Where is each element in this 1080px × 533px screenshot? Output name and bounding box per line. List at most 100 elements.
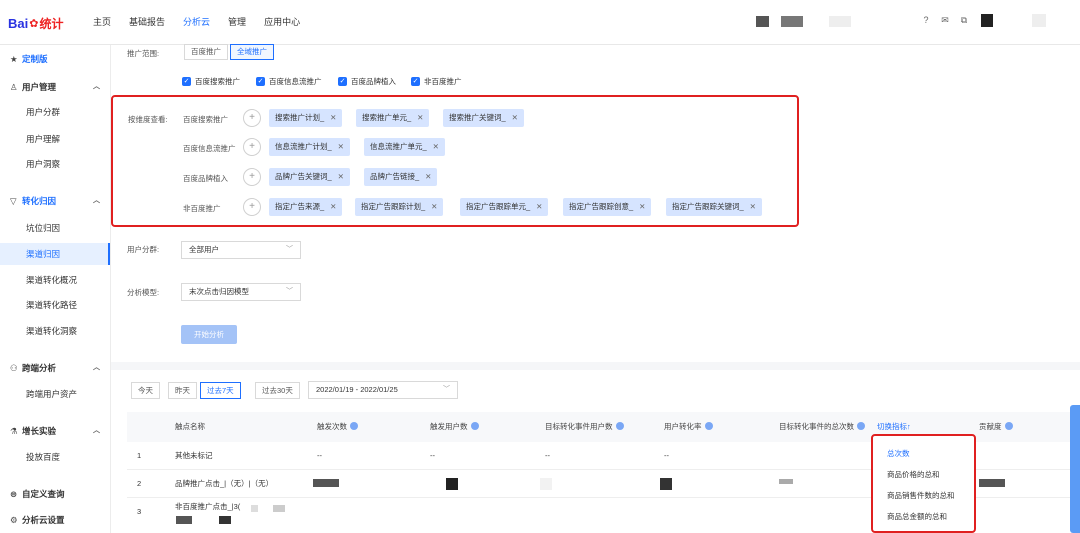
help-icon[interactable]: ? [921,15,931,25]
dimension-tag[interactable]: 品牌广告关键词_ ✕ [269,168,350,186]
sidebar-group-conversion-attribution[interactable]: ▽ 转化归因 ︿ [0,190,110,212]
sidebar-item-user-insight[interactable]: 用户洞察 [0,153,110,175]
checkbox-baidu-brand[interactable]: ✓ 百度品牌植入 [338,76,396,87]
header-touchpoint: 触点名称 [175,422,205,431]
sidebar-item-cross-device-assets[interactable]: 跨端用户资产 [0,383,110,405]
close-icon[interactable]: ✕ [431,202,437,211]
nav-app-center[interactable]: 应用中心 [264,13,300,31]
dim-row-label: 百度搜索推广 [183,115,228,124]
close-icon[interactable]: ✕ [417,113,423,122]
close-icon[interactable]: ✕ [338,142,344,151]
sidebar-item-channel-conversion-path[interactable]: 渠道转化路径 [0,294,110,316]
nav-manage[interactable]: 管理 [228,13,246,31]
info-icon[interactable] [470,422,479,430]
add-dimension-button[interactable]: + [243,109,261,127]
metric-option-price-sum[interactable]: 商品价格的总和 [887,468,940,482]
checkbox-baidu-feed[interactable]: ✓ 百度信息流推广 [256,76,322,87]
dimension-tag[interactable]: 信息流推广单元_ ✕ [364,138,445,156]
checkbox-baidu-search[interactable]: ✓ 百度搜索推广 [182,76,240,87]
dimension-tag[interactable]: 搜索推广关键词_ ✕ [443,109,524,127]
header-conversion-rate: 用户转化率 [664,412,713,442]
sidebar-item-channel-conversion-insight[interactable]: 渠道转化洞察 [0,320,110,342]
sidebar-group-growth-experiment[interactable]: ⚗ 增长实验 ︿ [0,420,110,442]
close-icon[interactable]: ✕ [639,202,645,211]
sidebar-item-channel-conversion-overview[interactable]: 渠道转化概况 [0,269,110,291]
row-number: 3 [137,507,142,516]
baidu-tongji-logo[interactable]: Bai ✿ 统计 [8,12,63,34]
close-icon[interactable]: ✕ [750,202,756,211]
model-select[interactable]: 末次点击归因模型 ﹀ [181,283,301,301]
info-icon[interactable] [704,422,713,430]
scope-option-all[interactable]: 全域推广 [230,44,274,60]
mail-icon[interactable]: ✉ [940,15,950,25]
close-icon[interactable]: ✕ [425,172,431,181]
close-icon[interactable]: ✕ [330,113,336,122]
add-dimension-button[interactable]: + [243,198,261,216]
sidebar-group-user-management[interactable]: ♙ 用户管理 ︿ [0,76,110,98]
checkbox-non-baidu[interactable]: ✓ 非百度推广 [411,76,462,87]
sidebar-item-channel-attribution[interactable]: 渠道归因 [0,243,110,265]
dim-row-label: 百度品牌植入 [183,174,228,183]
dimension-tag[interactable]: 搜索推广单元_ ✕ [356,109,430,127]
metric-option-total-count[interactable]: 总次数 [887,447,910,461]
metric-option-amount-sum[interactable]: 商品总金额的总和 [887,510,947,524]
redacted-value [313,479,339,487]
sidebar-item-cloud-settings[interactable]: ⚙ 分析云设置 [0,509,110,531]
sidebar-item-user-segment[interactable]: 用户分群 [0,101,110,123]
date-tab-30days[interactable]: 过去30天 [255,382,300,399]
redacted-block [1032,14,1046,27]
chevron-up-icon: ︿ [93,364,100,371]
segment-select[interactable]: 全部用户 ﹀ [181,241,301,259]
row-number: 2 [137,479,142,488]
info-icon[interactable] [857,422,865,430]
dimension-tag[interactable]: 指定广告来源_ ✕ [269,198,343,216]
sidebar-item-slot-attribution[interactable]: 坑位归因 [0,217,110,239]
add-dimension-button[interactable]: + [243,138,261,156]
close-icon[interactable]: ✕ [330,202,336,211]
nav-home[interactable]: 主页 [93,13,111,31]
nav-basic-report[interactable]: 基础报告 [129,13,165,31]
cell-value: -- [545,451,550,460]
close-icon[interactable]: ✕ [512,113,518,122]
scope-option-baidu[interactable]: 百度推广 [184,44,228,60]
start-analysis-button[interactable]: 开始分析 [181,325,237,344]
floating-side-toolbar[interactable] [1070,405,1080,533]
info-icon[interactable] [615,422,624,430]
dimension-tag[interactable]: 搜索推广计划_ ✕ [269,109,343,127]
logo-text-tongji: 统计 [39,16,64,31]
segment-label: 用户分群: [127,245,160,254]
redacted-value [979,479,1005,487]
date-range-picker[interactable]: 2022/01/19 - 2022/01/25 ﹀ [308,381,458,399]
close-icon[interactable]: ✕ [433,142,439,151]
add-dimension-button[interactable]: + [243,168,261,186]
row-number: 1 [137,451,142,460]
sidebar-custom-edition[interactable]: ★ 定制版 [0,48,110,70]
dimension-tag[interactable]: 指定广告跟踪创意_ ✕ [563,198,652,216]
check-icon: ✓ [338,77,347,86]
dimension-tag[interactable]: 指定广告跟踪关键词_ ✕ [666,198,762,216]
info-icon[interactable] [1004,422,1013,430]
date-tab-yesterday[interactable]: 昨天 [168,382,197,399]
user-icon: ♙ [10,82,18,92]
sidebar-group-cross-device[interactable]: ⚇ 跨端分析 ︿ [0,357,110,379]
metric-option-quantity-sum[interactable]: 商品销售件数的总和 [887,489,955,503]
info-icon[interactable] [350,422,358,430]
date-tab-7days[interactable]: 过去7天 [200,382,241,399]
copy-icon[interactable]: ⧉ [959,15,969,25]
dimension-tag[interactable]: 品牌广告链接_ ✕ [364,168,438,186]
dimension-tag[interactable]: 指定广告跟踪单元_ ✕ [460,198,549,216]
chevron-down-icon: ﹀ [443,386,450,393]
sidebar-item-custom-query[interactable]: ⊜ 自定义查询 [0,483,110,505]
date-tab-today[interactable]: 今天 [131,382,160,399]
funnel-icon: ▽ [10,196,17,206]
scope-label: 推广范围: [127,49,160,58]
close-icon[interactable]: ✕ [536,202,542,211]
dim-row-label: 百度信息流推广 [183,144,236,153]
sidebar-item-baidu-delivery[interactable]: 投放百度 [0,446,110,468]
sidebar-item-user-understanding[interactable]: 用户理解 [0,128,110,150]
close-icon[interactable]: ✕ [338,172,344,181]
dimension-tag[interactable]: 指定广告跟踪计划_ ✕ [355,198,444,216]
avatar[interactable] [981,14,993,27]
nav-analysis-cloud[interactable]: 分析云 [183,13,210,31]
dimension-tag[interactable]: 信息流推广计划_ ✕ [269,138,350,156]
